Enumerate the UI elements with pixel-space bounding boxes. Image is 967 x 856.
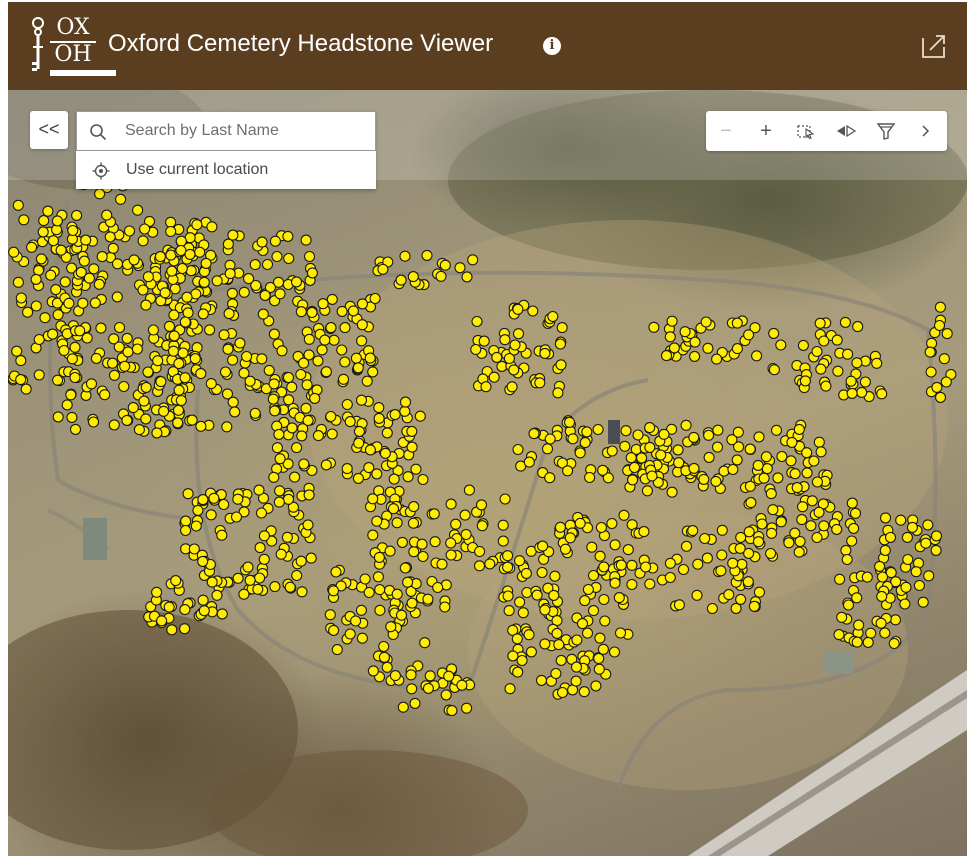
zoom-out-button[interactable]: −	[706, 111, 746, 151]
swipe-button[interactable]	[826, 111, 866, 151]
search-box[interactable]	[76, 111, 376, 151]
zoom-in-button[interactable]: +	[746, 111, 786, 151]
use-current-location-option[interactable]: Use current location	[76, 151, 376, 189]
select-button[interactable]	[786, 111, 826, 151]
select-icon	[797, 125, 815, 140]
app-title: Oxford Cemetery Headstone Viewer	[108, 30, 494, 57]
search-icon	[90, 124, 107, 141]
key-logo-icon	[32, 17, 44, 71]
swipe-icon	[837, 124, 856, 138]
app-header: OX OH Oxford Cemetery Headstone Viewer i	[8, 2, 967, 90]
map-toolbar: − +	[706, 111, 947, 151]
map-canvas[interactable]	[8, 90, 967, 856]
logo-top-text: OX	[50, 16, 96, 43]
share-icon[interactable]	[920, 32, 948, 60]
use-current-location-label: Use current location	[126, 161, 269, 178]
map-view[interactable]: << Use current location − +	[8, 90, 967, 856]
chevron-right-icon	[922, 125, 930, 137]
expand-toolbar-button[interactable]	[906, 111, 946, 151]
filter-button[interactable]	[866, 111, 906, 151]
logo-monogram: OX OH	[50, 16, 116, 76]
filter-icon	[876, 123, 896, 140]
collapse-search-button[interactable]: <<	[30, 111, 68, 149]
logo-underline	[50, 70, 116, 76]
map-overlay	[8, 90, 967, 856]
search-input[interactable]	[125, 118, 365, 144]
info-icon[interactable]: i	[543, 37, 561, 55]
location-target-icon	[92, 162, 110, 180]
app-window: OX OH Oxford Cemetery Headstone Viewer i	[8, 2, 967, 856]
logo-bottom-text: OH	[54, 42, 92, 67]
city-logo: OX OH	[30, 16, 116, 78]
